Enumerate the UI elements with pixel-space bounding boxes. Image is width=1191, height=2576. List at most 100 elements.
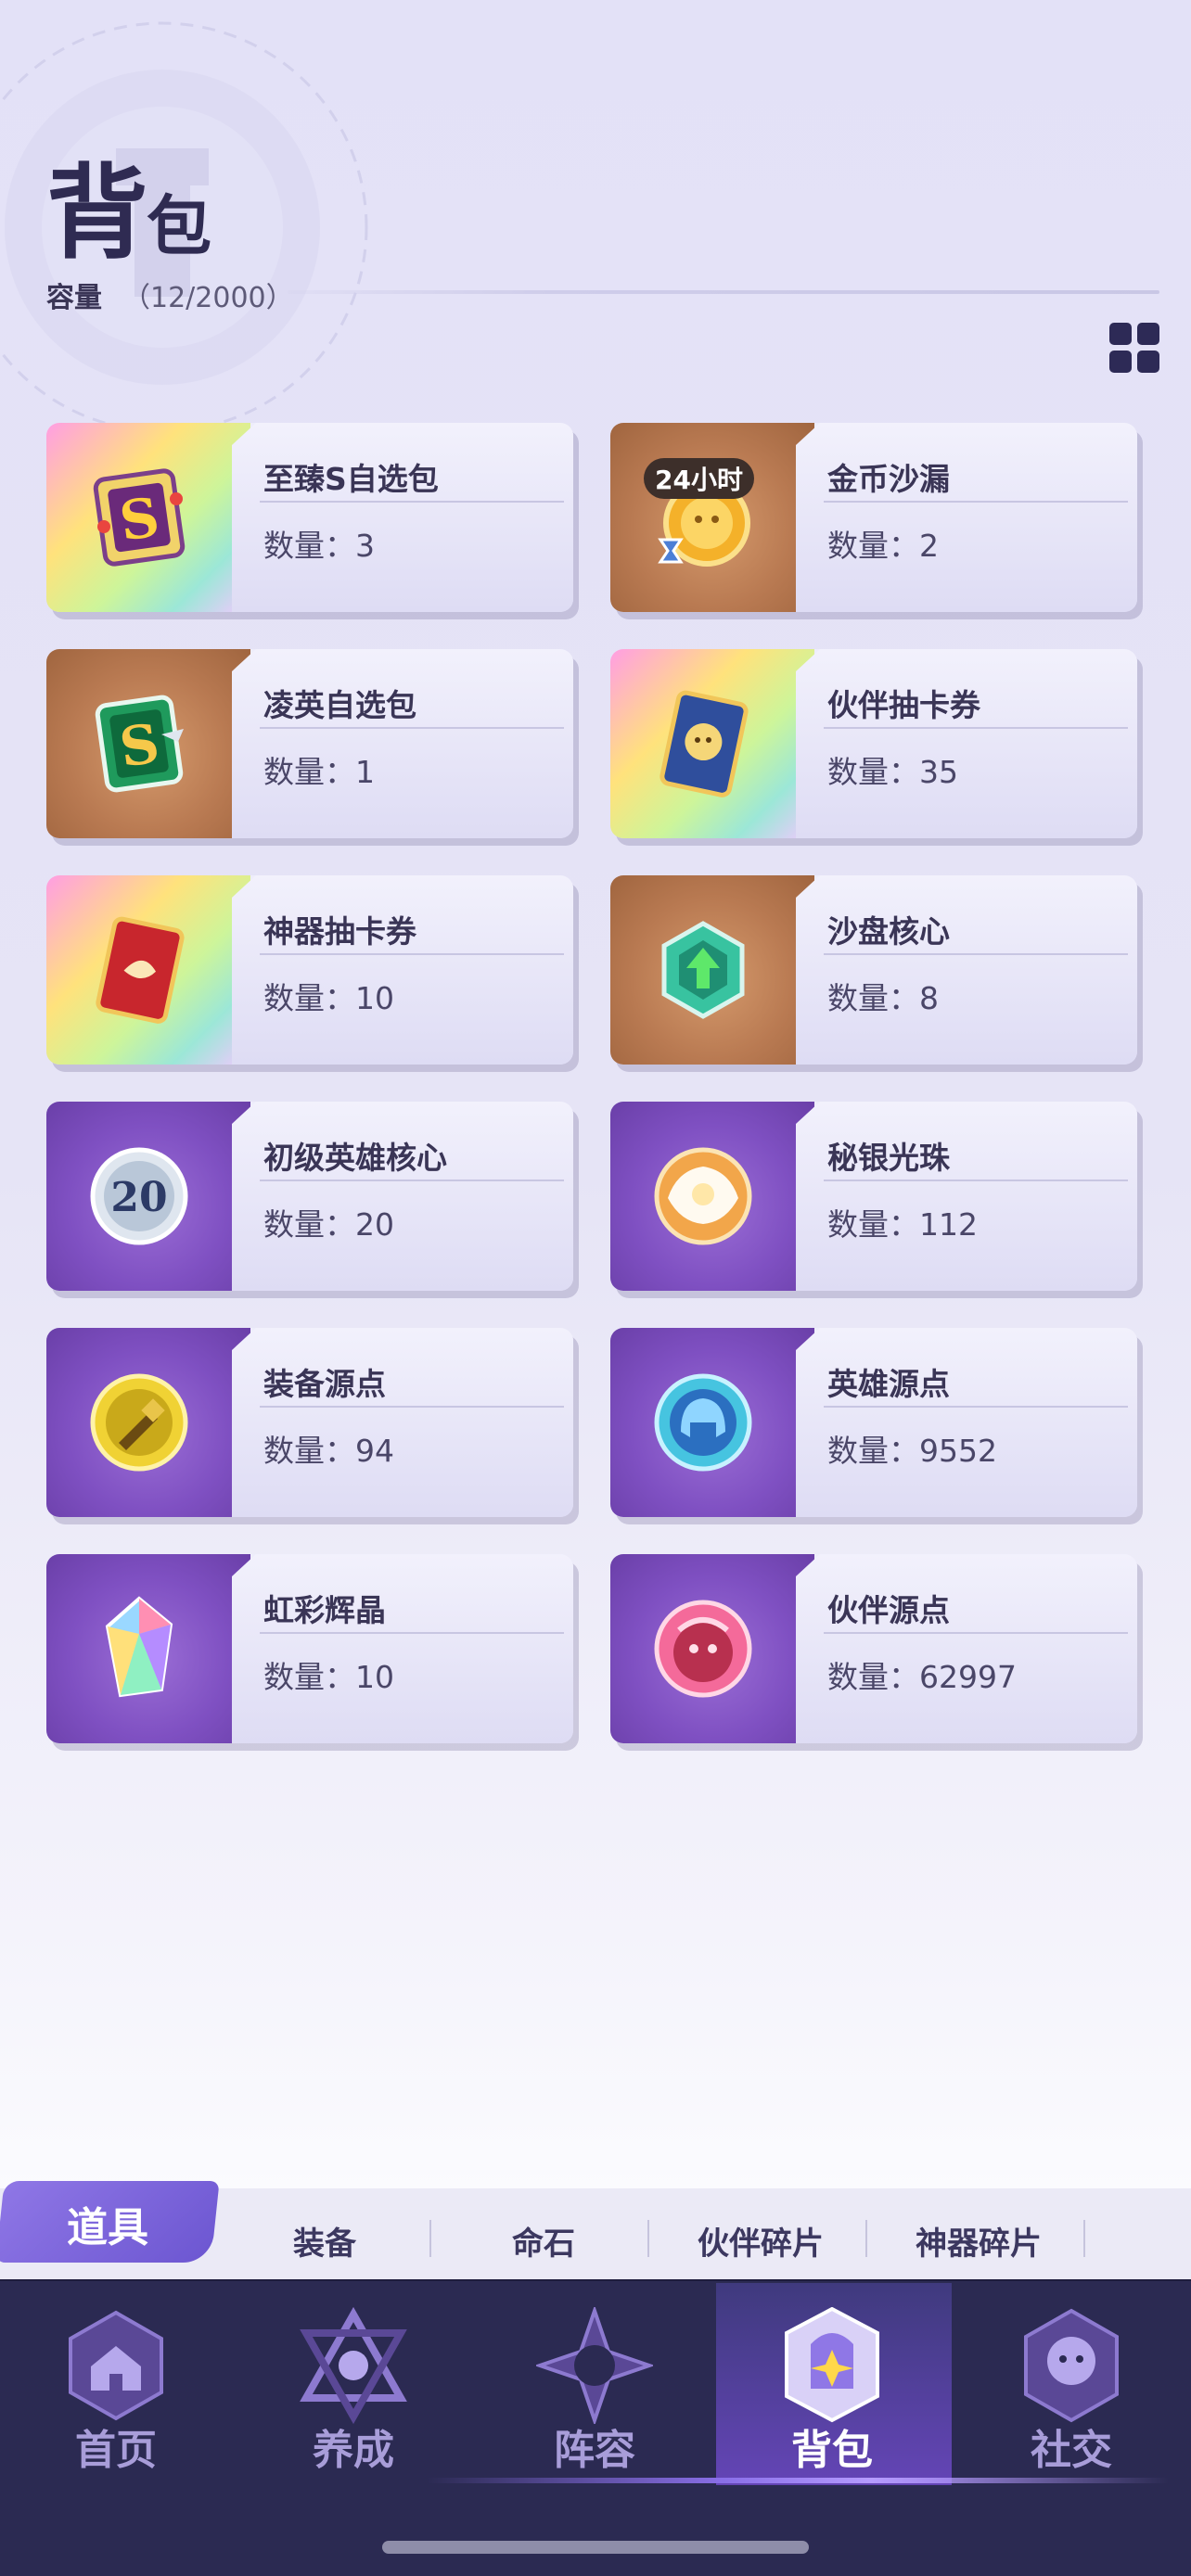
growth-icon xyxy=(300,2307,407,2424)
home-indicator[interactable] xyxy=(382,2541,809,2554)
equipment-source-icon xyxy=(90,1373,188,1472)
backpack-icon xyxy=(785,2307,879,2423)
artifact-card-icon xyxy=(96,916,185,1024)
nav-item-growth[interactable]: 养成 xyxy=(237,2296,469,2481)
nav-label: 阵容 xyxy=(554,2427,635,2474)
tab-fate-stone[interactable]: 命石 xyxy=(451,2218,636,2264)
item-name: 伙伴源点 xyxy=(827,1592,950,1628)
s-card-pack-icon: S xyxy=(93,468,186,567)
item-card[interactable]: 伙伴抽卡券 数量：35 xyxy=(610,649,1137,838)
item-divider xyxy=(260,1406,564,1408)
item-name: 伙伴抽卡券 xyxy=(827,687,980,723)
item-name: 金币沙漏 xyxy=(827,461,950,497)
tab-partner-fragments[interactable]: 伙伴碎片 xyxy=(668,2218,853,2264)
item-info-panel xyxy=(232,1554,573,1743)
item-divider xyxy=(824,727,1128,729)
capacity-row: 容量 （12/2000） xyxy=(46,274,294,315)
item-divider xyxy=(260,1180,564,1181)
home-icon xyxy=(69,2310,163,2421)
nav-item-social[interactable]: 社交 xyxy=(955,2296,1187,2481)
item-info-panel xyxy=(232,649,573,838)
item-name: 至臻S自选包 xyxy=(263,461,439,497)
item-quantity: 数量：35 xyxy=(827,754,958,790)
nav-item-lineup[interactable]: 阵容 xyxy=(479,2296,711,2481)
item-card[interactable]: 20 初级英雄核心 数量：20 xyxy=(46,1102,573,1291)
item-divider xyxy=(824,501,1128,503)
capacity-divider xyxy=(288,290,1159,294)
hero-source-icon xyxy=(654,1373,752,1472)
item-divider xyxy=(260,953,564,955)
item-card[interactable]: 24小时 金币沙漏 数量：2 xyxy=(610,423,1137,612)
item-quantity: 数量：10 xyxy=(263,1659,394,1695)
item-divider xyxy=(824,953,1128,955)
item-divider xyxy=(824,1632,1128,1634)
item-info-panel xyxy=(232,1102,573,1291)
item-card[interactable]: 秘银光珠 数量：112 xyxy=(610,1102,1137,1291)
item-card[interactable]: 英雄源点 数量：9552 xyxy=(610,1328,1137,1517)
item-info-panel xyxy=(232,1328,573,1517)
nav-label: 背包 xyxy=(791,2427,873,2474)
grid-cell xyxy=(1137,351,1159,373)
item-divider xyxy=(260,501,564,503)
item-info-panel xyxy=(796,1554,1137,1743)
item-card[interactable]: 装备源点 数量：94 xyxy=(46,1328,573,1517)
item-name: 神器抽卡券 xyxy=(263,913,416,950)
item-divider xyxy=(260,727,564,729)
item-name: 英雄源点 xyxy=(827,1366,950,1402)
item-divider xyxy=(260,1632,564,1634)
item-info-panel xyxy=(232,875,573,1065)
item-name: 沙盘核心 xyxy=(827,913,950,950)
item-card[interactable]: 沙盘核心 数量：8 xyxy=(610,875,1137,1065)
lineup-icon xyxy=(536,2307,653,2424)
item-card[interactable]: S 凌英自选包 数量：1 xyxy=(46,649,573,838)
nav-label: 首页 xyxy=(75,2427,157,2474)
tab-separator xyxy=(647,2220,649,2257)
partner-source-icon xyxy=(654,1600,752,1698)
item-divider xyxy=(824,1406,1128,1408)
item-quantity: 数量：20 xyxy=(263,1206,394,1243)
item-quantity: 数量：112 xyxy=(827,1206,978,1243)
grid-cell xyxy=(1137,323,1159,345)
item-divider xyxy=(824,1180,1128,1181)
social-icon xyxy=(1024,2308,1119,2423)
item-name: 虹彩辉晶 xyxy=(263,1592,386,1628)
item-info-panel xyxy=(796,1328,1137,1517)
nav-item-home[interactable]: 首页 xyxy=(0,2296,232,2481)
grid-cell xyxy=(1109,351,1132,373)
item-card[interactable]: 神器抽卡券 数量：10 xyxy=(46,875,573,1065)
item-quantity: 数量：3 xyxy=(263,528,375,564)
tab-artifact-fragments[interactable]: 神器碎片 xyxy=(886,2218,1071,2264)
item-info-panel xyxy=(232,423,573,612)
item-name: 秘银光珠 xyxy=(827,1140,950,1176)
tab-separator xyxy=(865,2220,867,2257)
hero-core-level: 20 xyxy=(110,1174,167,1221)
item-info-panel xyxy=(796,423,1137,612)
item-info-panel xyxy=(796,1102,1137,1291)
partner-card-icon xyxy=(660,690,749,797)
nav-item-backpack[interactable]: 背包 xyxy=(716,2296,948,2481)
capacity-value: （12/2000） xyxy=(122,282,294,314)
sandbox-core-icon xyxy=(661,921,745,1019)
item-quantity: 数量：2 xyxy=(827,528,939,564)
tab-equipment[interactable]: 装备 xyxy=(232,2218,417,2264)
grid-view-icon[interactable] xyxy=(1109,323,1159,373)
page-title-sub: 包 xyxy=(147,187,211,264)
item-quantity: 数量：8 xyxy=(827,980,939,1016)
item-card[interactable]: S 至臻S自选包 数量：3 xyxy=(46,423,573,612)
page-title-main: 背 xyxy=(46,153,148,273)
item-name: 初级英雄核心 xyxy=(263,1140,447,1176)
capacity-label: 容量 xyxy=(46,282,102,314)
tab-items-label: 道具 xyxy=(67,2204,148,2251)
item-card[interactable]: 虹彩辉晶 数量：10 xyxy=(46,1554,573,1743)
hero-core-icon: 20 xyxy=(90,1147,188,1245)
nav-label: 社交 xyxy=(1031,2427,1112,2474)
item-info-panel xyxy=(796,649,1137,838)
item-quantity: 数量：10 xyxy=(263,980,394,1016)
grid-cell xyxy=(1109,323,1132,345)
item-card[interactable]: 伙伴源点 数量：62997 xyxy=(610,1554,1137,1743)
rainbow-crystal-icon xyxy=(105,1596,173,1698)
item-info-panel xyxy=(796,875,1137,1065)
green-s-pack-icon: S xyxy=(95,695,184,793)
item-name: 装备源点 xyxy=(263,1366,386,1402)
item-quantity: 数量：9552 xyxy=(827,1433,997,1469)
